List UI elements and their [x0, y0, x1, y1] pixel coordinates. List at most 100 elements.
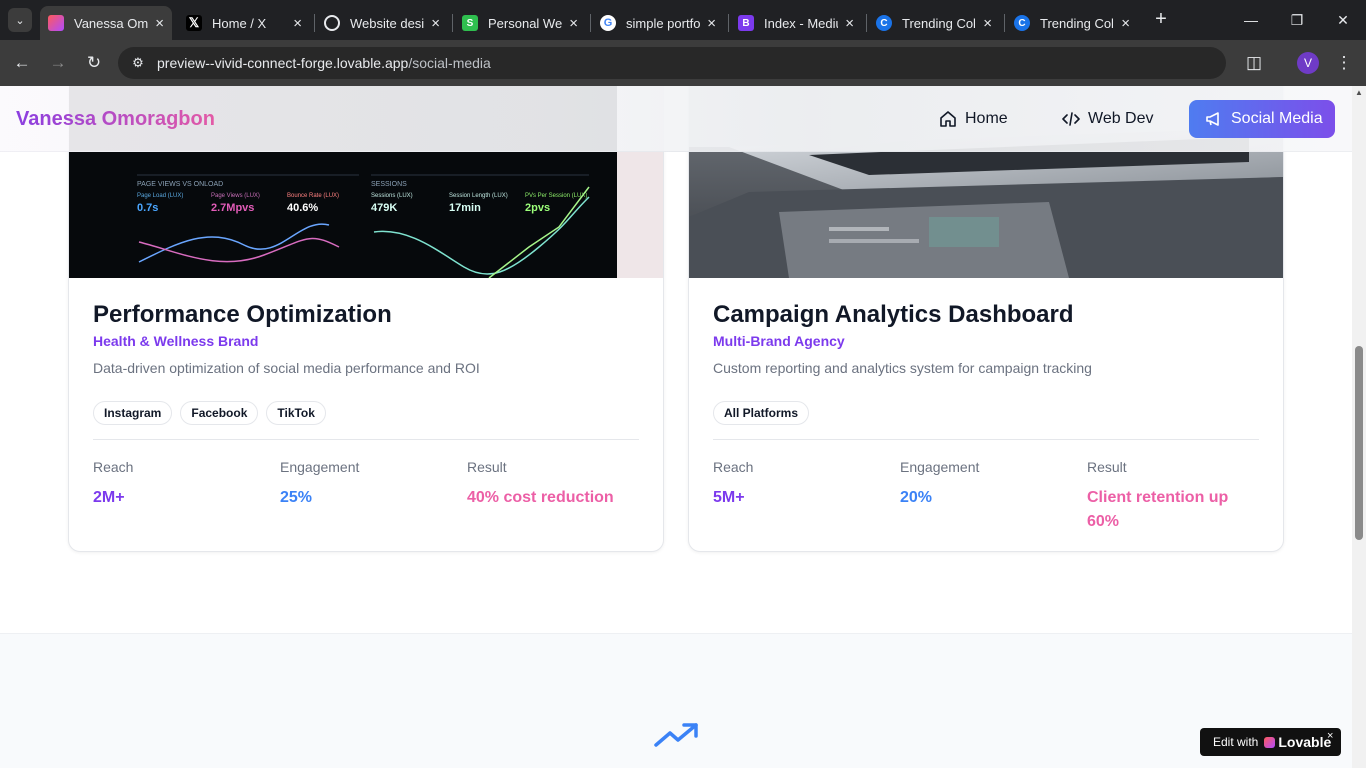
restore-icon[interactable]: ❐ — [1274, 4, 1320, 36]
project-title: Performance Optimization — [93, 301, 392, 328]
lovable-heart-icon — [48, 15, 64, 31]
browser-tab[interactable]: B Index - Medium × — [730, 6, 862, 40]
metric-result: Result Client retention up 60% — [1087, 459, 1257, 534]
svg-text:Page Load (LUX): Page Load (LUX) — [137, 193, 183, 199]
tab-separator — [728, 14, 729, 32]
browser-tab[interactable]: S Personal Website × — [454, 6, 586, 40]
browser-tab[interactable]: Website design × — [316, 6, 448, 40]
url-host: preview--vivid-connect-forge.lovable.app — [157, 55, 409, 71]
metric-engagement: Engagement 25% — [280, 459, 450, 510]
metric-label: Engagement — [280, 459, 360, 475]
metric-label: Reach — [93, 459, 134, 475]
tab-title: Index - Medium — [764, 15, 838, 31]
nav-home[interactable]: Home — [939, 100, 1008, 138]
new-tab-button[interactable]: + — [1150, 8, 1172, 32]
close-icon[interactable]: × — [1121, 15, 1130, 32]
close-icon[interactable]: × — [155, 15, 164, 32]
extensions-icon[interactable]: ◫ — [1240, 49, 1268, 77]
metric-label: Reach — [713, 459, 754, 475]
platform-tag: TikTok — [266, 401, 326, 425]
close-window-icon[interactable]: ✕ — [1320, 4, 1366, 36]
svg-text:Bounce Rate (LUX): Bounce Rate (LUX) — [287, 193, 339, 199]
browser-tab-active[interactable]: Vanessa Omoragbon × — [40, 6, 172, 40]
tab-separator — [866, 14, 867, 32]
metric-label: Engagement — [900, 459, 980, 475]
google-icon: G — [600, 15, 616, 31]
close-icon[interactable]: × — [845, 15, 854, 32]
project-tags: All Platforms — [713, 401, 810, 425]
project-card: PAGE VIEWS VS ONLOAD Page Load (LUX) 0.7… — [68, 86, 664, 552]
nav-social-media[interactable]: Social Media — [1189, 100, 1335, 138]
scrollbar-thumb[interactable] — [1355, 346, 1363, 540]
browser-tab-strip: ⌄ Vanessa Omoragbon × 𝕏 Home / X × Websi… — [0, 0, 1366, 40]
site-settings-icon[interactable]: ⚙ — [124, 49, 152, 77]
close-icon[interactable]: × — [293, 15, 302, 32]
badge-prefix: Edit with — [1213, 735, 1259, 749]
home-icon — [940, 111, 956, 127]
platform-tag: Instagram — [93, 401, 173, 425]
svg-text:479K: 479K — [371, 202, 397, 214]
url-text[interactable]: preview--vivid-connect-forge.lovable.app… — [157, 55, 491, 71]
metric-reach: Reach 5M+ — [713, 459, 883, 510]
browser-tab[interactable]: C Trending Colors × — [1006, 6, 1138, 40]
code-icon — [1062, 112, 1080, 126]
x-icon: 𝕏 — [186, 15, 202, 31]
svg-text:2.7Mpvs: 2.7Mpvs — [211, 202, 254, 214]
close-icon[interactable]: × — [569, 15, 578, 32]
tab-title: Vanessa Omoragbon — [74, 15, 148, 31]
minimize-icon[interactable]: — — [1228, 4, 1274, 36]
browser-tab[interactable]: G simple portfolio × — [592, 6, 724, 40]
metric-value: 40% cost reduction — [467, 489, 614, 506]
tab-title: simple portfolio — [626, 15, 700, 31]
tab-separator — [590, 14, 591, 32]
nav-label: Web Dev — [1088, 110, 1154, 127]
tab-search-button[interactable]: ⌄ — [8, 8, 32, 32]
close-icon[interactable]: × — [983, 15, 992, 32]
browser-tab[interactable]: 𝕏 Home / X × — [178, 6, 310, 40]
metric-value: 25% — [280, 489, 313, 506]
browser-tab[interactable]: C Trending Colors × — [868, 6, 1000, 40]
project-card: Campaign Analytics Dashboard Multi-Brand… — [688, 86, 1284, 552]
nav-label: Social Media — [1231, 110, 1323, 127]
nav-web-dev[interactable]: Web Dev — [1062, 100, 1154, 138]
badge-brand: Lovable — [1278, 734, 1332, 750]
close-icon[interactable]: × — [1327, 730, 1333, 742]
metric-value: 2M+ — [93, 489, 125, 506]
lovable-heart-icon — [1264, 736, 1276, 748]
metric-value: 5M+ — [713, 489, 745, 506]
megaphone-icon — [1206, 112, 1219, 126]
svg-text:SESSIONS: SESSIONS — [371, 181, 407, 188]
close-icon[interactable]: × — [431, 15, 440, 32]
metric-engagement: Engagement 20% — [900, 459, 1070, 510]
svg-text:PAGE VIEWS VS ONLOAD: PAGE VIEWS VS ONLOAD — [137, 181, 223, 188]
divider — [713, 439, 1259, 440]
metric-label: Result — [467, 459, 507, 475]
coolors-icon: C — [876, 15, 892, 31]
nav-label: Home — [965, 110, 1008, 127]
svg-text:2pvs: 2pvs — [525, 202, 550, 214]
scroll-up-arrow-icon[interactable]: ▲ — [1352, 88, 1366, 102]
divider — [93, 439, 639, 440]
tab-title: Home / X — [212, 15, 267, 31]
platform-tag: Facebook — [180, 401, 259, 425]
b-icon: B — [738, 15, 754, 31]
edit-with-lovable-badge[interactable]: Edit with Lovable — [1200, 728, 1341, 756]
chatgpt-icon — [324, 15, 340, 31]
page-viewport: PAGE VIEWS VS ONLOAD Page Load (LUX) 0.7… — [0, 86, 1352, 768]
tab-title: Personal Website — [488, 15, 562, 31]
close-icon[interactable]: × — [707, 15, 716, 32]
metric-value: 20% — [900, 489, 933, 506]
reload-icon[interactable]: ↻ — [80, 49, 108, 77]
metric-label: Result — [1087, 459, 1127, 475]
back-icon[interactable]: ← — [8, 49, 36, 77]
svg-text:Page Views (LUX): Page Views (LUX) — [211, 193, 260, 199]
forward-icon[interactable]: → — [44, 49, 72, 77]
s-icon: S — [462, 15, 478, 31]
tab-title: Trending Colors — [1040, 15, 1114, 31]
project-tags: Instagram Facebook TikTok — [93, 401, 326, 425]
site-brand[interactable]: Vanessa Omoragbon — [16, 108, 215, 131]
profile-avatar[interactable]: V — [1297, 52, 1319, 74]
svg-text:Sessions (LUX): Sessions (LUX) — [371, 193, 413, 199]
menu-kebab-icon[interactable]: ⋮ — [1330, 49, 1358, 77]
url-path: /social-media — [408, 55, 491, 71]
